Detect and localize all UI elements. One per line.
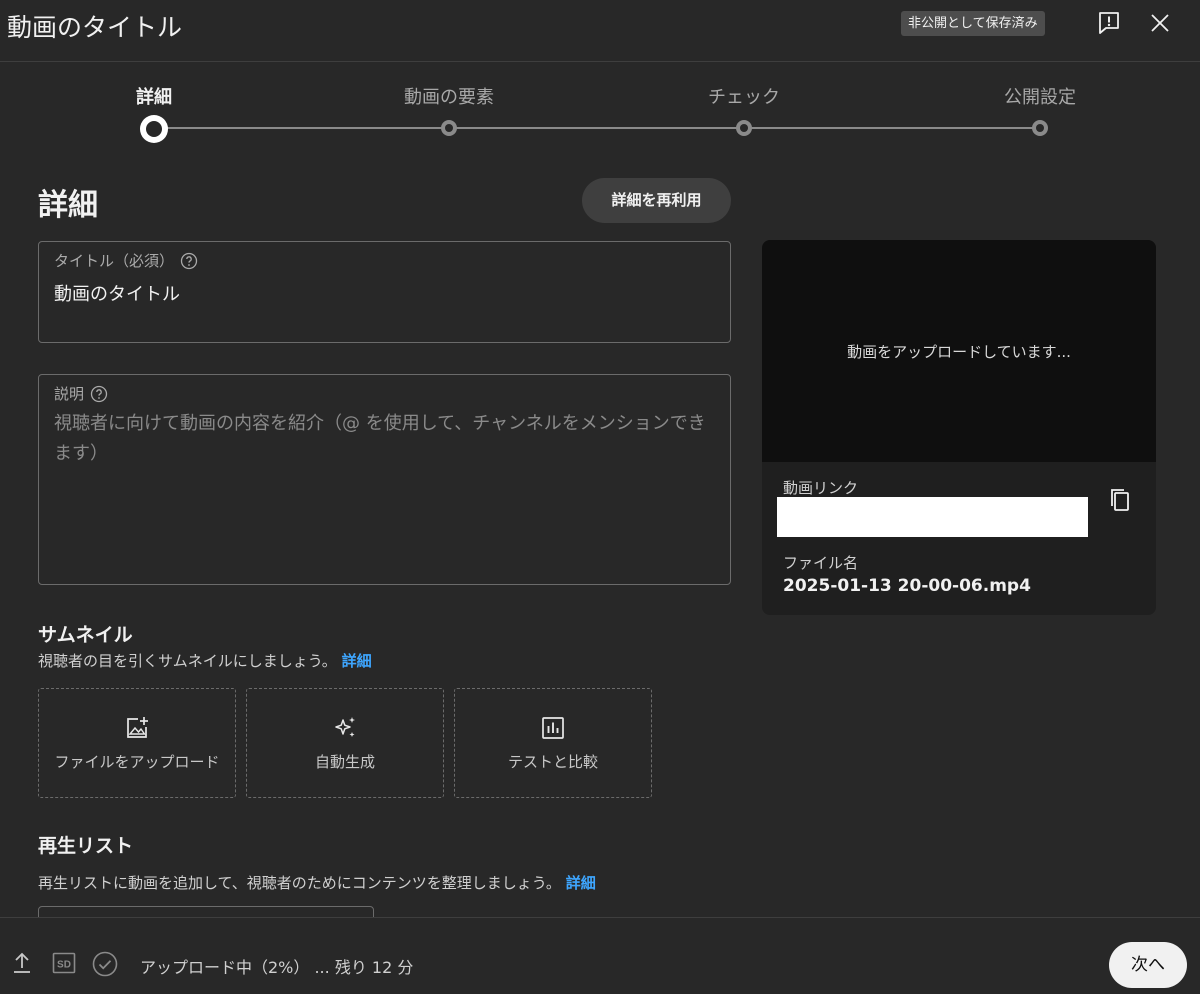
dialog-title: 動画のタイトル: [7, 13, 183, 42]
file-name-value: 2025-01-13 20-00-06.mp4: [783, 576, 1031, 596]
playlist-heading: 再生リスト: [38, 835, 134, 857]
sparkle-icon: [332, 715, 358, 741]
thumbnail-heading: サムネイル: [38, 624, 133, 646]
thumbnail-upload-file-button[interactable]: ファイルをアップロード: [38, 688, 236, 798]
description-field-label-text: 説明: [54, 385, 85, 403]
description-input[interactable]: 視聴者に向けて動画の内容を紹介（@ を使用して、チャンネルをメンションできます）: [54, 409, 714, 469]
title-field-label-text: タイトル（必須）: [54, 252, 175, 270]
sd-icon: SD: [51, 951, 77, 975]
help-icon[interactable]: [180, 252, 198, 270]
thumbnail-upload-file-label: ファイルをアップロード: [54, 752, 220, 771]
step-elements-dot[interactable]: [441, 120, 457, 136]
help-icon[interactable]: [90, 385, 108, 403]
stepper-track: [155, 127, 1040, 129]
title-field-label: タイトル（必須）: [54, 250, 198, 271]
playlist-learn-more-link[interactable]: 詳細: [566, 874, 596, 892]
thumbnail-auto-generate-button[interactable]: 自動生成: [246, 688, 444, 798]
step-checks-label[interactable]: チェック: [708, 83, 780, 109]
thumbnail-learn-more-link[interactable]: 詳細: [342, 652, 372, 670]
saved-status-badge: 非公開として保存済み: [901, 11, 1045, 36]
description-field-label: 説明: [54, 383, 108, 404]
video-link-value[interactable]: [777, 497, 1088, 537]
svg-text:SD: SD: [57, 960, 71, 971]
bar-chart-icon: [540, 715, 566, 741]
next-button[interactable]: 次へ: [1109, 942, 1187, 988]
check-circle-icon: [92, 951, 118, 977]
video-link-label: 動画リンク: [783, 479, 859, 497]
dialog-header: 動画のタイトル 非公開として保存済み: [0, 0, 1200, 62]
playlist-description: 再生リストに動画を追加して、視聴者のためにコンテンツを整理しましょう。 詳細: [38, 872, 596, 893]
thumbnail-auto-generate-label: 自動生成: [314, 752, 375, 771]
video-preview: 動画をアップロードしています...: [762, 240, 1156, 462]
playlist-description-text: 再生リストに動画を追加して、視聴者のためにコンテンツを整理しましょう。: [38, 874, 561, 892]
upload-stepper: 詳細 動画の要素 チェック 公開設定: [0, 62, 1200, 152]
thumbnail-description-text: 視聴者の目を引くサムネイルにしましょう。: [38, 652, 337, 670]
dialog-footer: SD アップロード中（2%） ... 残り 12 分 次へ: [0, 917, 1200, 994]
close-icon[interactable]: [1146, 9, 1174, 37]
thumbnail-test-compare-button[interactable]: テストと比較: [454, 688, 652, 798]
copy-icon[interactable]: [1106, 486, 1134, 514]
upload-icon: [10, 951, 34, 975]
title-input[interactable]: 動画のタイトル: [54, 280, 180, 306]
reuse-details-button[interactable]: 詳細を再利用: [582, 178, 731, 223]
step-details-dot[interactable]: [140, 115, 168, 143]
step-visibility-dot[interactable]: [1032, 120, 1048, 136]
file-name-label: ファイル名: [783, 554, 859, 572]
details-heading: 詳細: [38, 188, 98, 223]
uploading-message: 動画をアップロードしています...: [847, 342, 1071, 361]
add-photo-icon: [124, 715, 150, 741]
step-elements-label[interactable]: 動画の要素: [404, 83, 494, 109]
thumbnail-test-compare-label: テストと比較: [507, 752, 598, 771]
step-details-label[interactable]: 詳細: [136, 83, 172, 109]
thumbnail-description: 視聴者の目を引くサムネイルにしましょう。 詳細: [38, 650, 372, 671]
title-field[interactable]: タイトル（必須） 動画のタイトル: [38, 241, 731, 343]
upload-status-text: アップロード中（2%） ... 残り 12 分: [140, 958, 414, 977]
video-preview-panel: 動画をアップロードしています... 動画リンク ファイル名 2025-01-13…: [762, 240, 1156, 615]
feedback-icon[interactable]: [1095, 8, 1123, 38]
description-field[interactable]: 説明 視聴者に向けて動画の内容を紹介（@ を使用して、チャンネルをメンションでき…: [38, 374, 731, 585]
step-checks-dot[interactable]: [736, 120, 752, 136]
step-visibility-label[interactable]: 公開設定: [1004, 83, 1076, 109]
